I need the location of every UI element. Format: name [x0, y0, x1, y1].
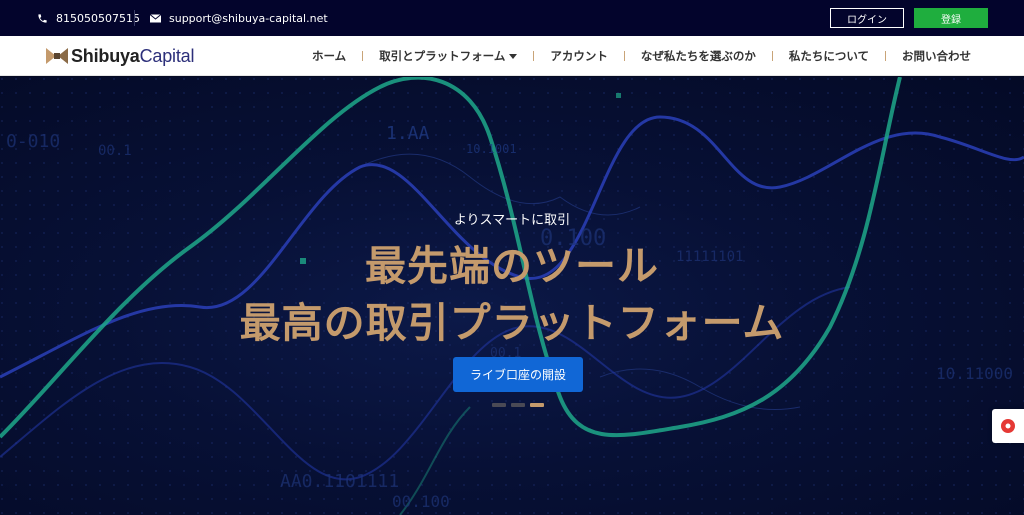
nav-item-label: お問い合わせ — [902, 49, 971, 63]
caret-down-icon — [509, 53, 518, 59]
slide-indicator-3[interactable] — [530, 403, 544, 407]
phone-number: 815050507515 — [56, 11, 140, 25]
open-live-account-button[interactable]: ライブ口座の開設 — [453, 357, 583, 392]
nav-item-why-us[interactable]: なぜ私たちを選ぶのか — [625, 48, 772, 64]
slide-indicator-2[interactable] — [511, 403, 525, 407]
bg-number: 00.100 — [392, 492, 450, 511]
record-icon — [1001, 419, 1015, 433]
bg-number: 10.11000 — [936, 364, 1013, 383]
bg-number: 0-010 — [6, 131, 60, 152]
hero-slider: 0-010 00.1 1.AA 10.1001 0.100 11111101 0… — [0, 77, 1024, 515]
nav-item-accounts[interactable]: アカウント — [534, 48, 624, 64]
slide-indicator-1[interactable] — [492, 403, 506, 407]
nav-item-label: ホーム — [312, 49, 347, 63]
nav-item-contact[interactable]: お問い合わせ — [886, 48, 971, 64]
bg-number: 10.1001 — [466, 142, 517, 156]
contact-phone[interactable]: 815050507515 — [36, 0, 140, 36]
register-button[interactable]: 登録 — [914, 8, 988, 28]
bowtie-logo-icon — [46, 48, 68, 64]
floating-widget[interactable] — [992, 409, 1024, 443]
topbar-divider — [134, 10, 135, 26]
top-bar: 815050507515 support@shibuya-capital.net… — [0, 0, 1024, 36]
hero-title-line1: 最先端のツール — [365, 242, 659, 290]
main-nav: ShibuyaCapital ホーム 取引とプラットフォーム アカウント なぜ私… — [0, 36, 1024, 76]
nav-item-label: アカウント — [550, 49, 608, 63]
nav-item-label: 取引とプラットフォーム — [379, 49, 506, 63]
logo-text-capital: Capital — [139, 45, 195, 66]
bg-number: 1.AA — [386, 123, 430, 144]
bg-number: AA0.1101111 — [280, 471, 399, 492]
slider-indicators — [492, 403, 544, 407]
email-address: support@shibuya-capital.net — [169, 11, 328, 25]
hero-subtitle: よりスマートに取引 — [453, 213, 571, 228]
nav-menu: ホーム 取引とプラットフォーム アカウント なぜ私たちを選ぶのか 私たちについて… — [296, 36, 971, 76]
nav-item-label: 私たちについて — [788, 49, 869, 63]
contact-email[interactable]: support@shibuya-capital.net — [149, 0, 328, 36]
hero-title-line2: 最高の取引プラットフォーム — [239, 299, 785, 347]
nav-item-trading-platforms[interactable]: 取引とプラットフォーム — [363, 48, 533, 64]
logo-text-shibuya: Shibuya — [71, 45, 140, 66]
nav-item-about[interactable]: 私たちについて — [773, 48, 885, 64]
phone-icon — [36, 12, 48, 24]
site-logo[interactable]: ShibuyaCapital — [46, 36, 194, 76]
nav-item-home[interactable]: ホーム — [296, 48, 362, 64]
envelope-icon — [149, 12, 161, 24]
bg-number: 00.1 — [98, 143, 132, 159]
login-button[interactable]: ログイン — [830, 8, 904, 28]
nav-item-label: なぜ私たちを選ぶのか — [640, 49, 756, 63]
